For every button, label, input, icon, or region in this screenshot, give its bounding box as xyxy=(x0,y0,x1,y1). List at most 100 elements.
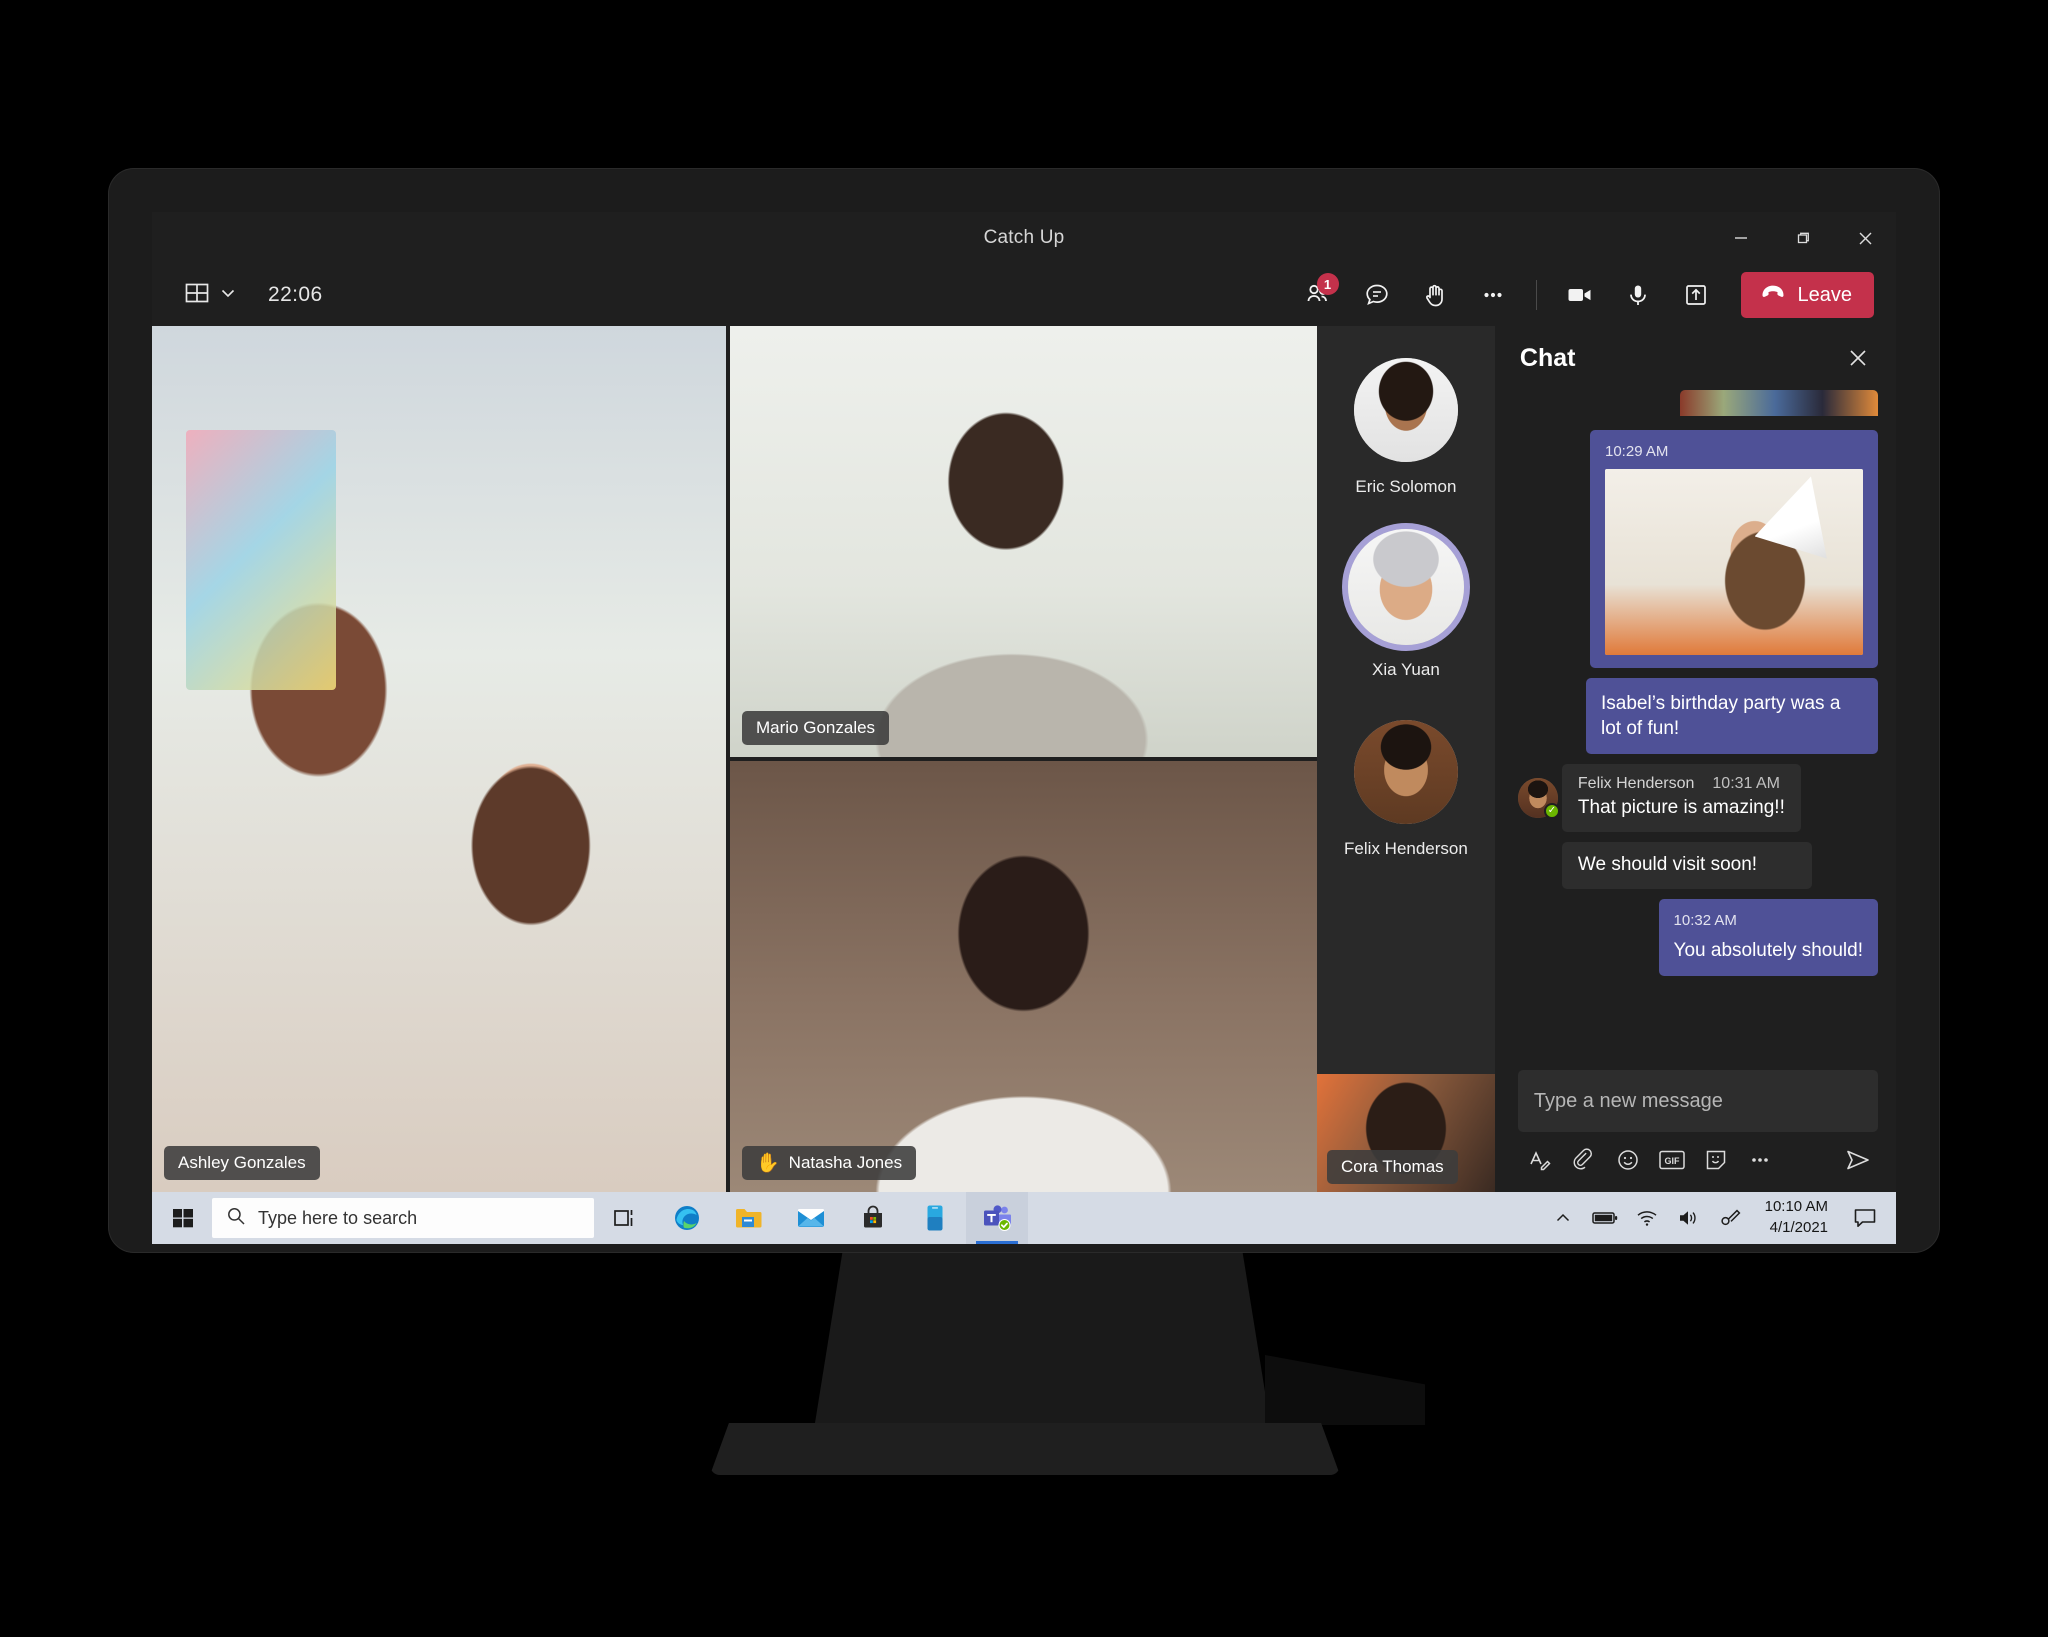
video-grid-right-column: Mario Gonzales ✋ Natasha Jones xyxy=(730,326,1317,1192)
video-tile-mario-gonzales[interactable]: Mario Gonzales xyxy=(730,326,1317,757)
avatar-wrap: ✓ xyxy=(1517,778,1562,820)
taskbar-clock[interactable]: 10:10 AM 4/1/2021 xyxy=(1753,1192,1840,1244)
taskbar-app-file-explorer[interactable] xyxy=(718,1192,780,1244)
gif-icon[interactable]: GIF xyxy=(1652,1142,1692,1178)
avatar-photo xyxy=(1347,529,1464,645)
chat-panel: Chat 10:29 AM Isabel’s birthday party wa… xyxy=(1494,326,1896,1192)
windows-taskbar: Type here to search 10:10 AM 4/1/2021 xyxy=(152,1192,1896,1244)
chat-message-incoming-followup[interactable]: We should visit soon! xyxy=(1561,841,1812,889)
chat-panel-header: Chat xyxy=(1496,326,1896,390)
taskbar-app-your-phone[interactable] xyxy=(904,1192,966,1244)
roster-item-xia-yuan[interactable]: Xia Yuan xyxy=(1347,529,1464,680)
clock-time: 10:10 AM xyxy=(1764,1198,1828,1216)
chat-button[interactable] xyxy=(1350,272,1404,318)
presence-available-icon: ✓ xyxy=(1543,803,1560,820)
taskbar-app-microsoft-store[interactable] xyxy=(842,1192,904,1244)
taskbar-app-task-view[interactable] xyxy=(594,1192,656,1244)
call-duration-timer: 22:06 xyxy=(268,283,323,306)
volume-icon[interactable] xyxy=(1669,1192,1709,1244)
avatar-photo xyxy=(1353,358,1458,462)
wifi-icon[interactable] xyxy=(1627,1192,1667,1244)
participant-video-feed xyxy=(730,326,1317,757)
search-icon xyxy=(226,1206,246,1231)
teams-meeting-window: Catch Up 22:06 1 Leave Ashley Gonzales M… xyxy=(152,212,1896,1244)
system-tray: 10:10 AM 4/1/2021 xyxy=(1543,1192,1894,1244)
participant-video-feed xyxy=(730,761,1317,1192)
composer-toolbar: GIF xyxy=(1518,1142,1878,1178)
roster-item-label: Xia Yuan xyxy=(1372,660,1440,679)
microphone-toggle-button[interactable] xyxy=(1611,272,1665,318)
chevron-down-icon xyxy=(220,285,236,306)
chat-message-list[interactable]: 10:29 AM Isabel’s birthday party was a l… xyxy=(1496,390,1896,1058)
participants-button[interactable]: 1 xyxy=(1292,272,1346,318)
party-photo xyxy=(1605,469,1863,655)
windows-start-icon[interactable] xyxy=(154,1192,212,1244)
video-tile-cora-thomas[interactable]: Cora Thomas xyxy=(1317,1074,1495,1192)
raise-hand-button[interactable] xyxy=(1408,272,1462,318)
share-screen-button[interactable] xyxy=(1669,272,1723,318)
hangup-icon xyxy=(1759,278,1787,312)
paperclip-icon[interactable] xyxy=(1564,1142,1604,1178)
meeting-toolbar: 22:06 1 Leave xyxy=(152,264,1896,326)
message-input[interactable] xyxy=(1517,1070,1878,1132)
raised-hand-emoji-icon: ✋ xyxy=(756,1152,780,1174)
toolbar-divider xyxy=(1535,280,1537,310)
taskbar-app-mail[interactable] xyxy=(780,1192,842,1244)
battery-icon[interactable] xyxy=(1585,1192,1625,1244)
format-text-icon[interactable] xyxy=(1520,1142,1560,1178)
monitor-screen: Catch Up 22:06 1 Leave Ashley Gonzales M… xyxy=(152,212,1896,1244)
message-timestamp: 10:29 AM xyxy=(1605,443,1669,460)
svg-text:GIF: GIF xyxy=(1664,1156,1680,1166)
chat-message-outgoing-image[interactable]: 10:29 AM xyxy=(1590,430,1878,668)
message-body: You absolutely should! xyxy=(1673,939,1863,961)
camera-toggle-button[interactable] xyxy=(1553,272,1607,318)
message-body: That picture is amazing!! xyxy=(1577,797,1785,819)
monitor-stand-base xyxy=(710,1423,1340,1475)
search-placeholder: Type here to search xyxy=(258,1207,418,1228)
action-center-icon[interactable] xyxy=(1842,1192,1888,1244)
roster-item-eric-solomon[interactable]: Eric Solomon xyxy=(1353,358,1458,497)
window-title: Catch Up xyxy=(983,227,1065,248)
emoji-icon[interactable] xyxy=(1608,1142,1648,1178)
close-icon[interactable] xyxy=(1838,338,1878,378)
roster-item-felix-henderson[interactable]: Felix Henderson xyxy=(1344,720,1468,859)
video-tile-label: ✋ Natasha Jones xyxy=(742,1146,917,1180)
clock-date: 4/1/2021 xyxy=(1769,1219,1828,1236)
message-bubble: Felix Henderson 10:31 AM That picture is… xyxy=(1561,764,1801,832)
pen-menu-icon[interactable] xyxy=(1711,1192,1751,1244)
participants-count-badge: 1 xyxy=(1316,273,1339,295)
message-body: Isabel’s birthday party was a lot of fun… xyxy=(1601,693,1841,740)
participant-name: Natasha Jones xyxy=(788,1153,903,1172)
toolbar-left-group: 22:06 xyxy=(178,276,323,315)
window-title-bar: Catch Up xyxy=(152,212,1896,264)
more-options-icon[interactable] xyxy=(1740,1142,1780,1178)
sticker-icon[interactable] xyxy=(1696,1142,1736,1178)
chat-message-clipped-above xyxy=(1680,390,1878,416)
chat-message-outgoing-reply[interactable]: 10:32 AM You absolutely should! xyxy=(1658,898,1878,976)
layout-switcher-button[interactable] xyxy=(178,276,242,315)
roster-item-label: Eric Solomon xyxy=(1355,477,1457,496)
chat-message-incoming-felix[interactable]: ✓ Felix Henderson 10:31 AM That picture … xyxy=(1517,764,1878,832)
leave-button-label: Leave xyxy=(1797,283,1853,306)
message-image-attachment[interactable] xyxy=(1605,469,1863,655)
chat-message-outgoing-text[interactable]: Isabel’s birthday party was a lot of fun… xyxy=(1586,678,1878,755)
search-input[interactable]: Type here to search xyxy=(212,1198,594,1238)
leave-call-button[interactable]: Leave xyxy=(1740,272,1874,318)
message-timestamp: 10:32 AM xyxy=(1673,911,1737,929)
send-icon[interactable] xyxy=(1838,1142,1878,1178)
taskbar-app-microsoft-edge[interactable] xyxy=(656,1192,718,1244)
message-sender: Felix Henderson xyxy=(1577,775,1695,793)
monitor-stand-shadow xyxy=(1265,1355,1425,1425)
grid-layout-icon xyxy=(184,280,210,311)
video-tile-natasha-jones[interactable]: ✋ Natasha Jones xyxy=(730,761,1317,1192)
monitor-scene: Catch Up 22:06 1 Leave Ashley Gonzales M… xyxy=(0,0,2048,1637)
more-options-button[interactable] xyxy=(1466,272,1520,318)
taskbar-app-microsoft-teams[interactable] xyxy=(966,1192,1028,1244)
participant-roster-rail: Eric Solomon Xia Yuan Felix Henderson Co… xyxy=(1317,326,1495,1192)
video-tile-label: Ashley Gonzales xyxy=(164,1146,320,1180)
chat-panel-title: Chat xyxy=(1519,343,1576,372)
message-body: We should visit soon! xyxy=(1577,853,1758,875)
video-tile-ashley-gonzales[interactable]: Ashley Gonzales xyxy=(152,326,726,1192)
show-hidden-icons-chevron[interactable] xyxy=(1543,1192,1583,1244)
message-meta: Felix Henderson 10:31 AM xyxy=(1578,775,1785,793)
